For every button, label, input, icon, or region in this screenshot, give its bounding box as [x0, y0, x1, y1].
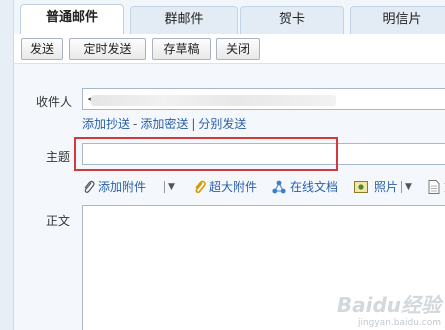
toolbar-divider	[164, 181, 165, 193]
document-icon	[428, 180, 440, 194]
add-attachment-label: 添加附件	[98, 180, 147, 194]
recipient-label: 收件人	[36, 95, 73, 109]
attachment-options-dropdown[interactable]: ▼	[168, 179, 175, 195]
share-icon	[272, 180, 286, 194]
watermark: Baidu经验 jingyan.baidu.com	[337, 289, 441, 328]
recipient-input[interactable]: <	[82, 88, 445, 110]
tab-greeting-card[interactable]: 贺卡	[240, 6, 344, 34]
watermark-logo: Baidu经验	[336, 293, 441, 317]
link-separator: -	[133, 117, 138, 131]
large-attachment-icon	[195, 180, 206, 194]
photo-icon	[354, 181, 368, 193]
toolbar-divider	[401, 181, 402, 193]
add-bcc-link[interactable]: 添加密送	[140, 117, 188, 131]
add-cc-link[interactable]: 添加抄送	[82, 117, 130, 131]
tab-normal-mail[interactable]: 普通邮件	[20, 4, 124, 35]
photo-button[interactable]: 照片	[354, 179, 402, 195]
body-label: 正文	[46, 214, 71, 228]
tab-bar: 普通邮件 群邮件 贺卡 明信片	[14, 0, 445, 35]
recipient-options: 添加抄送 - 添加密送 | 分别发送	[82, 115, 246, 132]
close-button[interactable]: 关闭	[216, 38, 260, 60]
large-attachment-button[interactable]: 超大附件	[193, 179, 259, 195]
add-attachment-button[interactable]: 添加附件	[82, 179, 148, 195]
link-separator: |	[191, 117, 196, 131]
photo-label: 照片	[374, 180, 399, 194]
scheduled-send-button[interactable]: 定时发送	[69, 38, 146, 60]
send-button[interactable]: 发送	[21, 38, 63, 60]
photo-options-dropdown[interactable]: ▼	[405, 179, 412, 195]
left-edge	[0, 0, 14, 330]
separate-send-link[interactable]: 分别发送	[198, 117, 246, 131]
document-button[interactable]: 文	[428, 179, 445, 195]
tab-group-mail[interactable]: 群邮件	[130, 6, 238, 34]
tab-postcard[interactable]: 明信片	[350, 6, 445, 34]
paperclip-icon	[84, 180, 95, 193]
large-attachment-label: 超大附件	[209, 180, 258, 194]
watermark-url: jingyan.baidu.com	[357, 318, 441, 328]
online-docs-label: 在线文档	[290, 180, 339, 194]
subject-label: 主题	[46, 150, 71, 164]
recipient-redacted	[91, 95, 336, 106]
toolbar: 发送 定时发送 存草稿 关闭	[14, 34, 445, 64]
subject-highlight-box	[74, 137, 338, 171]
online-docs-button[interactable]: 在线文档	[272, 179, 342, 195]
save-draft-button[interactable]: 存草稿	[152, 38, 211, 60]
